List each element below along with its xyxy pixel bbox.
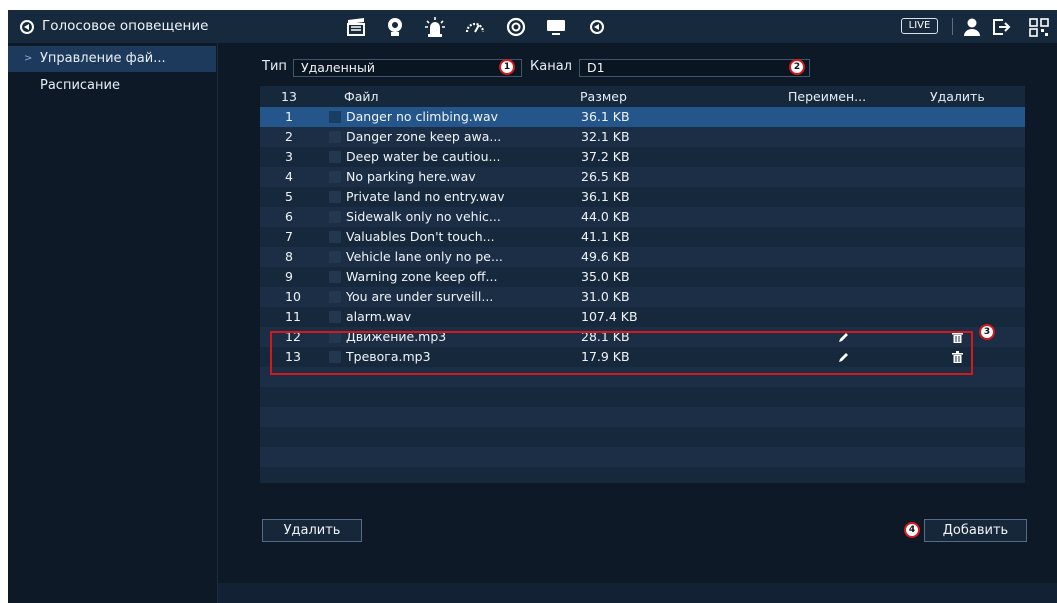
- logout-icon[interactable]: [990, 16, 1012, 38]
- callout-badge-3: 3: [979, 324, 995, 340]
- row-number: 6: [285, 209, 293, 224]
- file-name: Vehicle lane only no pe...: [346, 249, 503, 264]
- user-icon[interactable]: [961, 16, 983, 38]
- row-checkbox[interactable]: [329, 151, 341, 163]
- sidebar-item-schedule[interactable]: Расписание: [8, 73, 216, 99]
- table-row[interactable]: 8 Vehicle lane only no pe... 49.6 KB: [260, 247, 1025, 267]
- table-row[interactable]: 7 Valuables Don't touch... 41.1 KB: [260, 227, 1025, 247]
- file-size: 36.1 KB: [581, 109, 630, 124]
- sidebar-item-label: Расписание: [40, 78, 120, 93]
- row-number: 8: [285, 249, 293, 264]
- table-row[interactable]: 5 Private land no entry.wav 36.1 KB: [260, 187, 1025, 207]
- file-name: Danger zone keep awa...: [346, 129, 502, 144]
- type-select-value: Удаленный: [301, 60, 375, 75]
- column-header-count: 13: [281, 89, 297, 104]
- file-size: 26.5 KB: [581, 169, 630, 184]
- column-header-delete: Удалить: [930, 89, 985, 104]
- callout-badge-4: 4: [904, 522, 920, 538]
- add-button[interactable]: Добавить: [924, 519, 1027, 542]
- row-number: 4: [285, 169, 293, 184]
- sidebar-item-label: Управление фай...: [40, 51, 166, 66]
- column-header-rename: Переимен...: [788, 89, 867, 104]
- file-table: 13 Файл Размер Переимен... Удалить 1 Dan…: [260, 86, 1025, 483]
- sidebar: > Управление фай... Расписание: [8, 43, 218, 603]
- type-label: Тип: [262, 59, 287, 74]
- live-button[interactable]: LIVE: [901, 18, 938, 34]
- table-row[interactable]: 10 You are under surveill... 31.0 KB: [260, 287, 1025, 307]
- row-number: 3: [285, 149, 293, 164]
- speaker-icon: [20, 20, 34, 34]
- row-number: 5: [285, 189, 293, 204]
- row-checkbox[interactable]: [329, 171, 341, 183]
- row-number: 11: [285, 309, 301, 324]
- table-row[interactable]: 1 Danger no climbing.wav 36.1 KB: [260, 107, 1025, 127]
- sync-icon[interactable]: [505, 16, 527, 38]
- file-size: 107.4 KB: [581, 309, 638, 324]
- channel-label: Канал: [530, 59, 572, 74]
- callout-badge-2: 2: [789, 59, 805, 75]
- file-size: 37.2 KB: [581, 149, 630, 164]
- row-checkbox[interactable]: [329, 251, 341, 263]
- file-name: No parking here.wav: [346, 169, 476, 184]
- file-size: 49.6 KB: [581, 249, 630, 264]
- row-number: 10: [285, 289, 301, 304]
- row-number: 7: [285, 229, 293, 244]
- speaker-icon[interactable]: [590, 20, 604, 34]
- page-title: Голосовое оповещение: [42, 18, 209, 34]
- row-checkbox[interactable]: [329, 131, 341, 143]
- file-size: 32.1 KB: [581, 129, 630, 144]
- table-row[interactable]: 4 No parking here.wav 26.5 KB: [260, 167, 1025, 187]
- column-header-file[interactable]: Файл: [344, 86, 379, 107]
- table-row[interactable]: 6 Sidewalk only no vehic... 44.0 KB: [260, 207, 1025, 227]
- row-checkbox[interactable]: [329, 191, 341, 203]
- empty-row: [260, 447, 1025, 467]
- row-checkbox[interactable]: [329, 291, 341, 303]
- row-checkbox[interactable]: [329, 211, 341, 223]
- file-size: 31.0 KB: [581, 289, 630, 304]
- file-name: You are under surveill...: [346, 289, 494, 304]
- row-checkbox[interactable]: [329, 111, 341, 123]
- status-bar: [218, 583, 1057, 603]
- divider: [952, 18, 953, 35]
- table-row[interactable]: 3 Deep water be cautiou... 37.2 KB: [260, 147, 1025, 167]
- type-select[interactable]: Удаленный: [293, 59, 522, 77]
- column-header-size[interactable]: Размер: [580, 86, 627, 107]
- table-row[interactable]: 9 Warning zone keep off... 35.0 KB: [260, 267, 1025, 287]
- delete-button[interactable]: Удалить: [262, 519, 362, 542]
- monitor-icon[interactable]: [545, 16, 567, 38]
- alarm-light-icon[interactable]: [424, 16, 446, 38]
- callout-badge-1: 1: [499, 59, 515, 75]
- table-row[interactable]: 11 alarm.wav 107.4 KB: [260, 307, 1025, 327]
- file-name: alarm.wav: [346, 309, 412, 324]
- file-name: Deep water be cautiou...: [346, 149, 501, 164]
- highlight-frame: [270, 331, 973, 375]
- sidebar-item-file-management[interactable]: > Управление фай...: [8, 46, 216, 72]
- file-name: Valuables Don't touch...: [346, 229, 495, 244]
- qr-code-icon[interactable]: [1028, 16, 1050, 38]
- file-size: 35.0 KB: [581, 269, 630, 284]
- channel-select[interactable]: D1: [579, 59, 810, 77]
- clapperboard-icon[interactable]: [345, 16, 367, 38]
- row-checkbox[interactable]: [329, 271, 341, 283]
- row-number: 2: [285, 129, 293, 144]
- file-name: Private land no entry.wav: [346, 189, 505, 204]
- face-icon[interactable]: [384, 16, 406, 38]
- empty-row: [260, 407, 1025, 427]
- row-checkbox[interactable]: [329, 311, 341, 323]
- row-checkbox[interactable]: [329, 231, 341, 243]
- chevron-right-icon: >: [24, 53, 33, 64]
- channel-select-value: D1: [587, 60, 605, 75]
- table-row[interactable]: 2 Danger zone keep awa... 32.1 KB: [260, 127, 1025, 147]
- file-name: Danger no climbing.wav: [346, 109, 499, 124]
- row-number: 1: [285, 109, 293, 124]
- voice-alert-screen: Голосовое оповещение LIVE > Управление ф…: [8, 10, 1057, 603]
- top-bar: Голосовое оповещение LIVE: [8, 10, 1057, 43]
- file-size: 44.0 KB: [581, 209, 630, 224]
- row-number: 9: [285, 269, 293, 284]
- file-name: Sidewalk only no vehic...: [346, 209, 501, 224]
- gauge-icon[interactable]: [464, 16, 486, 38]
- file-size: 41.1 KB: [581, 229, 630, 244]
- file-size: 36.1 KB: [581, 189, 630, 204]
- file-name: Warning zone keep off...: [346, 269, 498, 284]
